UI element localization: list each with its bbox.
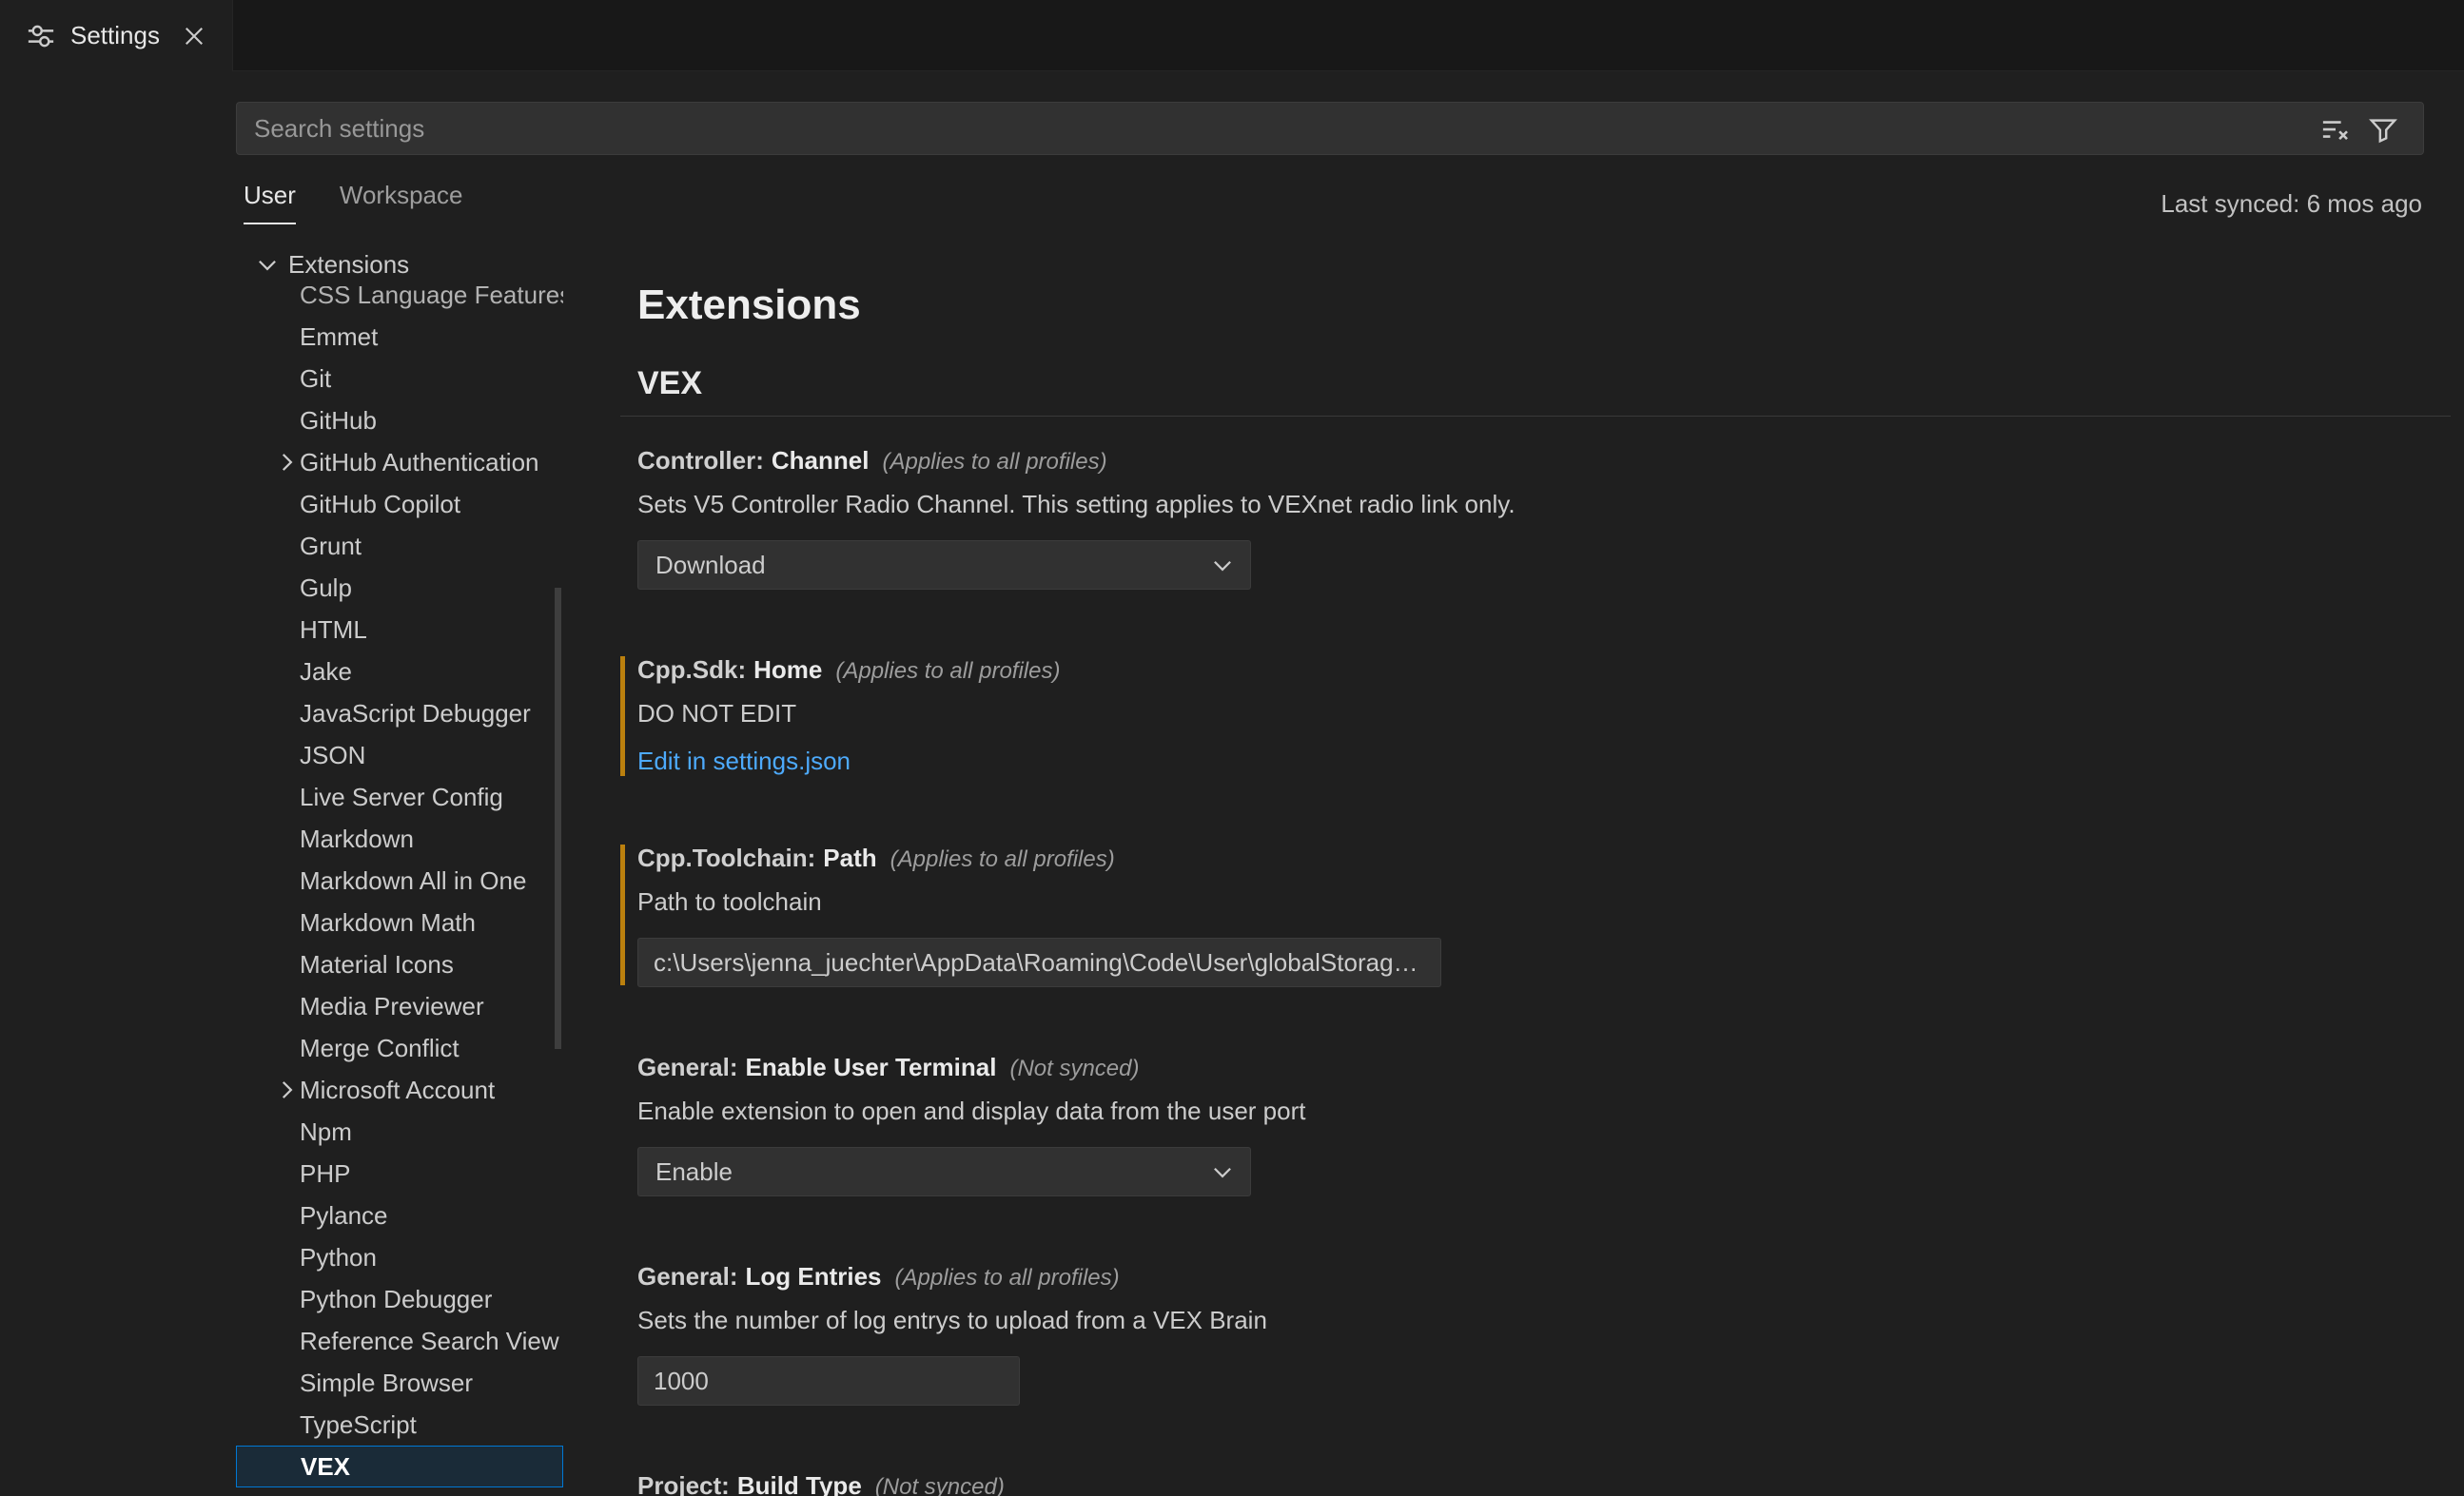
settings-tab[interactable]: Settings [0, 0, 233, 71]
setting-label: General: Enable User Terminal (Not synced) [637, 1048, 2464, 1088]
dropdown-value: Enable [655, 1157, 733, 1187]
setting-label: Controller: Channel (Applies to all profil… [637, 441, 2464, 481]
sidebar-item-json[interactable]: JSON [236, 734, 563, 776]
setting-name: Log Entries [746, 1262, 882, 1291]
search-actions [2319, 113, 2399, 146]
filter-icon[interactable] [2367, 113, 2399, 146]
sidebar-item-python-debugger[interactable]: Python Debugger [236, 1278, 563, 1320]
edit-in-settings-json-link[interactable]: Edit in settings.json [637, 744, 851, 778]
sidebar-item-gulp[interactable]: Gulp [236, 567, 563, 609]
sidebar-item-media-previewer[interactable]: Media Previewer [236, 985, 563, 1027]
close-icon[interactable] [177, 19, 211, 53]
sidebar-item-github-authentication[interactable]: GitHub Authentication [236, 441, 563, 483]
setting-project-build-type: Project: Build Type (Not synced) [620, 1467, 2464, 1496]
setting-description: DO NOT EDIT [637, 696, 2464, 730]
sidebar-item-markdown-math[interactable]: Markdown Math [236, 902, 563, 943]
chevron-right-icon [274, 450, 299, 475]
enable-user-terminal-dropdown[interactable]: Enable [637, 1147, 1251, 1196]
sidebar-item-markdown-all-in-one[interactable]: Markdown All in One [236, 860, 563, 902]
setting-name: Path [823, 844, 876, 872]
setting-scope: (Not synced) [875, 1474, 1005, 1496]
setting-category: General: [637, 1262, 738, 1291]
sidebar-item-git[interactable]: Git [236, 358, 563, 399]
dropdown-value: Download [655, 551, 766, 580]
sidebar-item-typescript[interactable]: TypeScript [236, 1404, 563, 1446]
chevron-down-icon [255, 252, 280, 277]
tab-bar: Settings [0, 0, 2464, 71]
sidebar-item-grunt[interactable]: Grunt [236, 525, 563, 567]
last-synced-label: Last synced: 6 mos ago [2161, 189, 2422, 219]
setting-label: General: Log Entries (Applies to all profi… [637, 1257, 2464, 1297]
log-entries-input[interactable] [637, 1356, 1020, 1406]
sidebar-item-vex[interactable]: VEX [236, 1446, 563, 1487]
settings-tree-list: CSS Language Features Emmet Git GitHub G… [236, 274, 563, 1487]
sidebar-item-emmet[interactable]: Emmet [236, 316, 563, 358]
setting-name: Home [753, 655, 822, 684]
vex-section-title: VEX [620, 364, 2451, 417]
setting-name: Build Type [737, 1471, 862, 1496]
setting-category: Cpp.Toolchain: [637, 844, 815, 872]
tab-workspace[interactable]: Workspace [340, 181, 463, 224]
setting-description: Sets the number of log entrys to upload … [637, 1303, 2464, 1337]
setting-scope: (Applies to all profiles) [882, 449, 1106, 475]
search-input[interactable] [236, 102, 2424, 155]
sidebar-item-reference-search-view[interactable]: Reference Search View [236, 1320, 563, 1362]
sidebar-item-npm[interactable]: Npm [236, 1111, 563, 1153]
sidebar-item-github-copilot[interactable]: GitHub Copilot [236, 483, 563, 525]
setting-name: Channel [772, 446, 870, 475]
setting-category: Controller: [637, 446, 764, 475]
setting-label: Cpp.Toolchain: Path (Applies to all profil… [637, 839, 2464, 879]
setting-cpp-sdk-home: Cpp.Sdk:Home (Applies to all profiles) DO… [620, 651, 2464, 778]
setting-category: Cpp.Sdk: [637, 655, 746, 684]
setting-scope: (Applies to all profiles) [895, 1265, 1120, 1291]
setting-scope: (Applies to all profiles) [890, 846, 1115, 872]
setting-description: Enable extension to open and display dat… [637, 1094, 2464, 1128]
settings-body: Extensions VEX Controller: Channel (Applie… [620, 271, 2464, 1496]
sidebar-item-live-server-config[interactable]: Live Server Config [236, 776, 563, 818]
scope-tabs: User Workspace [244, 181, 462, 224]
tab-title: Settings [70, 21, 177, 50]
chevron-down-icon [1210, 1159, 1235, 1184]
sidebar-item-simple-browser[interactable]: Simple Browser [236, 1362, 563, 1404]
setting-description: Path to toolchain [637, 884, 2464, 919]
chevron-down-icon [1210, 553, 1235, 577]
sidebar-item-python[interactable]: Python [236, 1236, 563, 1278]
extensions-heading: Extensions [620, 281, 2464, 330]
tab-user[interactable]: User [244, 181, 296, 224]
setting-controller-channel: Controller: Channel (Applies to all profil… [620, 441, 2464, 590]
setting-label: Project: Build Type (Not synced) [637, 1467, 2464, 1496]
settings-sliders-icon [27, 22, 55, 50]
sidebar-item-pylance[interactable]: Pylance [236, 1195, 563, 1236]
setting-category: General: [637, 1053, 738, 1081]
settings-list: Controller: Channel (Applies to all profil… [620, 441, 2464, 1496]
setting-scope: (Not synced) [1009, 1056, 1139, 1081]
tree-root-extensions[interactable]: Extensions [236, 243, 563, 286]
clear-search-filters-icon[interactable] [2319, 113, 2352, 146]
sidebar-item-jake[interactable]: Jake [236, 651, 563, 692]
setting-name: Enable User Terminal [746, 1053, 997, 1081]
setting-cpp-toolchain-path: Cpp.Toolchain: Path (Applies to all profil… [620, 839, 2464, 987]
setting-general-log-entries: General: Log Entries (Applies to all profi… [620, 1257, 2464, 1406]
sidebar-item-microsoft-account[interactable]: Microsoft Account [236, 1069, 563, 1111]
settings-tree: CSS Language Features Emmet Git GitHub G… [236, 243, 563, 1496]
sidebar-item-javascript-debugger[interactable]: JavaScript Debugger [236, 692, 563, 734]
sidebar-item-github[interactable]: GitHub [236, 399, 563, 441]
setting-label: Cpp.Sdk:Home (Applies to all profiles) [637, 651, 2464, 690]
sidebar-item-php[interactable]: PHP [236, 1153, 563, 1195]
controller-channel-dropdown[interactable]: Download [637, 540, 1251, 590]
sidebar-item-material-icons[interactable]: Material Icons [236, 943, 563, 985]
sidebar-item-markdown[interactable]: Markdown [236, 818, 563, 860]
setting-category: Project: [637, 1471, 730, 1496]
toolchain-path-input[interactable] [637, 938, 1441, 987]
chevron-right-icon [274, 1078, 299, 1102]
setting-general-enable-user-terminal: General: Enable User Terminal (Not synced)… [620, 1048, 2464, 1196]
sidebar-item-html[interactable]: HTML [236, 609, 563, 651]
setting-scope: (Applies to all profiles) [835, 658, 1060, 684]
setting-description: Sets V5 Controller Radio Channel. This s… [637, 487, 2464, 521]
sidebar-scrollbar[interactable] [555, 588, 561, 1049]
sidebar-item-merge-conflict[interactable]: Merge Conflict [236, 1027, 563, 1069]
